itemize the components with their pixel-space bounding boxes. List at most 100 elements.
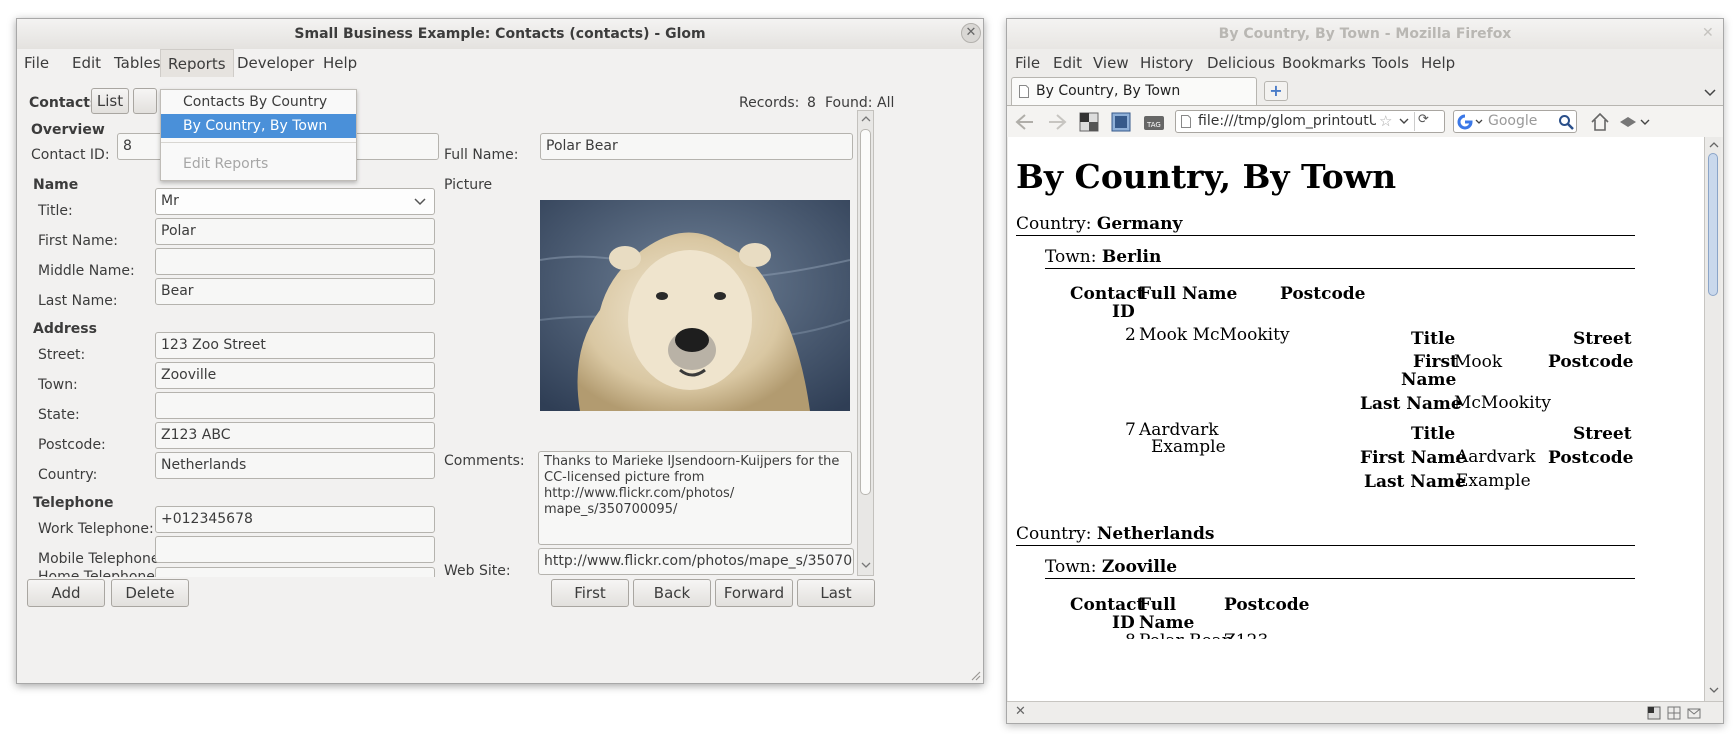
record-full-name: Mook McMookity bbox=[1139, 325, 1290, 345]
home-icon[interactable] bbox=[1590, 112, 1610, 131]
subheader-postcode: Postcode bbox=[1548, 352, 1634, 372]
close-window-icon[interactable]: ✕ bbox=[961, 23, 981, 43]
bookmark-icon[interactable] bbox=[1111, 112, 1131, 132]
full-name-field[interactable]: Polar Bear bbox=[540, 133, 853, 160]
menu-view[interactable]: View bbox=[1093, 49, 1129, 77]
column-header-postcode: Postcode bbox=[1224, 595, 1310, 615]
town-divider bbox=[1045, 578, 1635, 579]
menu-help[interactable]: Help bbox=[316, 49, 364, 77]
chevron-down-icon[interactable] bbox=[861, 561, 871, 569]
records-count: 8 bbox=[807, 95, 816, 111]
menu-history[interactable]: History bbox=[1140, 49, 1193, 77]
first-name-field[interactable]: Polar bbox=[155, 218, 435, 245]
polar-bear-picture[interactable] bbox=[540, 200, 850, 411]
last-button[interactable]: Last bbox=[797, 579, 875, 607]
menu-bookmarks[interactable]: Bookmarks bbox=[1282, 49, 1366, 77]
chevron-down-icon[interactable] bbox=[1475, 119, 1483, 125]
glom-titlebar: Small Business Example: Contacts (contac… bbox=[17, 19, 983, 49]
record-id: 2 bbox=[1125, 325, 1136, 345]
url-bar[interactable]: file:///tmp/glom_printoutUPC ☆ ⟳ bbox=[1175, 110, 1445, 133]
forward-arrow-icon[interactable] bbox=[1047, 113, 1067, 131]
star-icon[interactable]: ☆ bbox=[1379, 112, 1392, 130]
page-icon bbox=[1181, 115, 1191, 128]
grid-icon[interactable] bbox=[1667, 706, 1681, 720]
back-button[interactable]: Back bbox=[633, 579, 711, 607]
close-findbar-icon[interactable]: ✕ bbox=[1015, 704, 1026, 719]
home-telephone-row-clip: Home Telephone: bbox=[33, 567, 443, 577]
list-button[interactable]: List bbox=[91, 88, 129, 114]
chevron-down-icon[interactable] bbox=[1640, 119, 1650, 126]
record-full-name-line2: Example bbox=[1151, 437, 1226, 457]
title-combo[interactable]: Mr bbox=[155, 188, 435, 215]
menu-item-edit-reports[interactable]: Edit Reports bbox=[161, 152, 356, 176]
menu-reports[interactable]: Reports bbox=[160, 49, 234, 77]
screenshot-icon[interactable] bbox=[1079, 112, 1099, 132]
last-name-field[interactable]: Bear bbox=[155, 278, 435, 305]
menu-file[interactable]: File bbox=[1015, 49, 1040, 77]
street-field[interactable]: 123 Zoo Street bbox=[155, 332, 435, 359]
back-arrow-icon[interactable] bbox=[1015, 113, 1035, 131]
resize-grip-icon[interactable] bbox=[969, 669, 981, 681]
page-scrollbar[interactable] bbox=[1704, 137, 1721, 701]
search-icon[interactable] bbox=[1558, 114, 1574, 130]
country-label: Country: bbox=[38, 467, 98, 483]
glom-menubar: File Edit Tables Reports Developer Help bbox=[17, 49, 983, 77]
mail-icon[interactable] bbox=[1687, 706, 1701, 720]
menu-edit[interactable]: Edit bbox=[1053, 49, 1082, 77]
menu-item-by-country-by-town[interactable]: By Country, By Town bbox=[161, 114, 356, 138]
chevron-down-icon bbox=[414, 198, 426, 206]
website-field[interactable]: http://www.flickr.com/photos/mape_s/3507… bbox=[538, 548, 854, 575]
address-heading: Address bbox=[33, 321, 97, 337]
new-tab-button[interactable]: + bbox=[1264, 81, 1288, 101]
firefox-window: By Country, By Town - Mozilla Firefox ✕ … bbox=[1006, 18, 1724, 724]
country-label: Country: Germany bbox=[1016, 214, 1183, 234]
country-divider bbox=[1016, 235, 1635, 236]
details-button[interactable] bbox=[133, 88, 157, 114]
delete-button[interactable]: Delete bbox=[111, 579, 189, 607]
full-name-label: Full Name: bbox=[444, 147, 519, 163]
title-value: Mr bbox=[161, 193, 179, 209]
chevron-down-icon[interactable] bbox=[1704, 89, 1716, 97]
subheader-street: Street bbox=[1573, 424, 1632, 444]
scrollbar-thumb[interactable] bbox=[1708, 153, 1718, 296]
addon-icon[interactable] bbox=[1619, 116, 1637, 128]
menu-tools[interactable]: Tools bbox=[1372, 49, 1409, 77]
chevron-down-icon[interactable] bbox=[1709, 687, 1719, 694]
work-telephone-field[interactable]: +012345678 bbox=[155, 506, 435, 533]
form-scrollbar[interactable] bbox=[857, 110, 874, 576]
state-field[interactable] bbox=[155, 392, 435, 419]
middle-name-field[interactable] bbox=[155, 248, 435, 275]
first-button[interactable]: First bbox=[551, 579, 629, 607]
search-bar[interactable]: Google bbox=[1453, 110, 1577, 133]
record-full-name: Polar Bear bbox=[1139, 631, 1230, 639]
menu-developer[interactable]: Developer bbox=[230, 49, 321, 77]
table-label: Contacts bbox=[29, 95, 99, 111]
town-field[interactable]: Zooville bbox=[155, 362, 435, 389]
status-bar: ✕ bbox=[1007, 701, 1723, 723]
chevron-up-icon[interactable] bbox=[1709, 141, 1719, 148]
tab-title: By Country, By Town bbox=[1036, 83, 1181, 99]
chevron-down-icon[interactable] bbox=[1399, 118, 1409, 125]
menu-tables[interactable]: Tables bbox=[107, 49, 168, 77]
tag-icon[interactable]: TAG bbox=[1143, 112, 1165, 132]
menu-edit[interactable]: Edit bbox=[65, 49, 108, 77]
add-button[interactable]: Add bbox=[27, 579, 105, 607]
contact-id-label: Contact ID: bbox=[31, 147, 110, 163]
tab-by-country-by-town[interactable]: By Country, By Town bbox=[1011, 77, 1257, 105]
close-window-icon[interactable]: ✕ bbox=[1702, 25, 1714, 41]
menu-item-contacts-by-country[interactable]: Contacts By Country bbox=[161, 90, 356, 114]
postcode-field[interactable]: Z123 ABC bbox=[155, 422, 435, 449]
scrollbar-thumb[interactable] bbox=[860, 129, 871, 495]
screenshot-icon[interactable] bbox=[1647, 706, 1661, 720]
menu-file[interactable]: File bbox=[17, 49, 56, 77]
home-telephone-field[interactable] bbox=[155, 567, 435, 577]
reload-icon[interactable]: ⟳ bbox=[1414, 112, 1432, 131]
country-field[interactable]: Netherlands bbox=[155, 452, 435, 479]
mobile-telephone-field[interactable] bbox=[155, 536, 435, 563]
comments-field[interactable]: Thanks to Marieke IJsendoorn-Kuijpers fo… bbox=[538, 451, 852, 545]
menu-help[interactable]: Help bbox=[1421, 49, 1455, 77]
chevron-up-icon[interactable] bbox=[861, 115, 871, 123]
forward-button[interactable]: Forward bbox=[715, 579, 793, 607]
work-telephone-label: Work Telephone: bbox=[38, 521, 154, 537]
menu-delicious[interactable]: Delicious bbox=[1207, 49, 1275, 77]
